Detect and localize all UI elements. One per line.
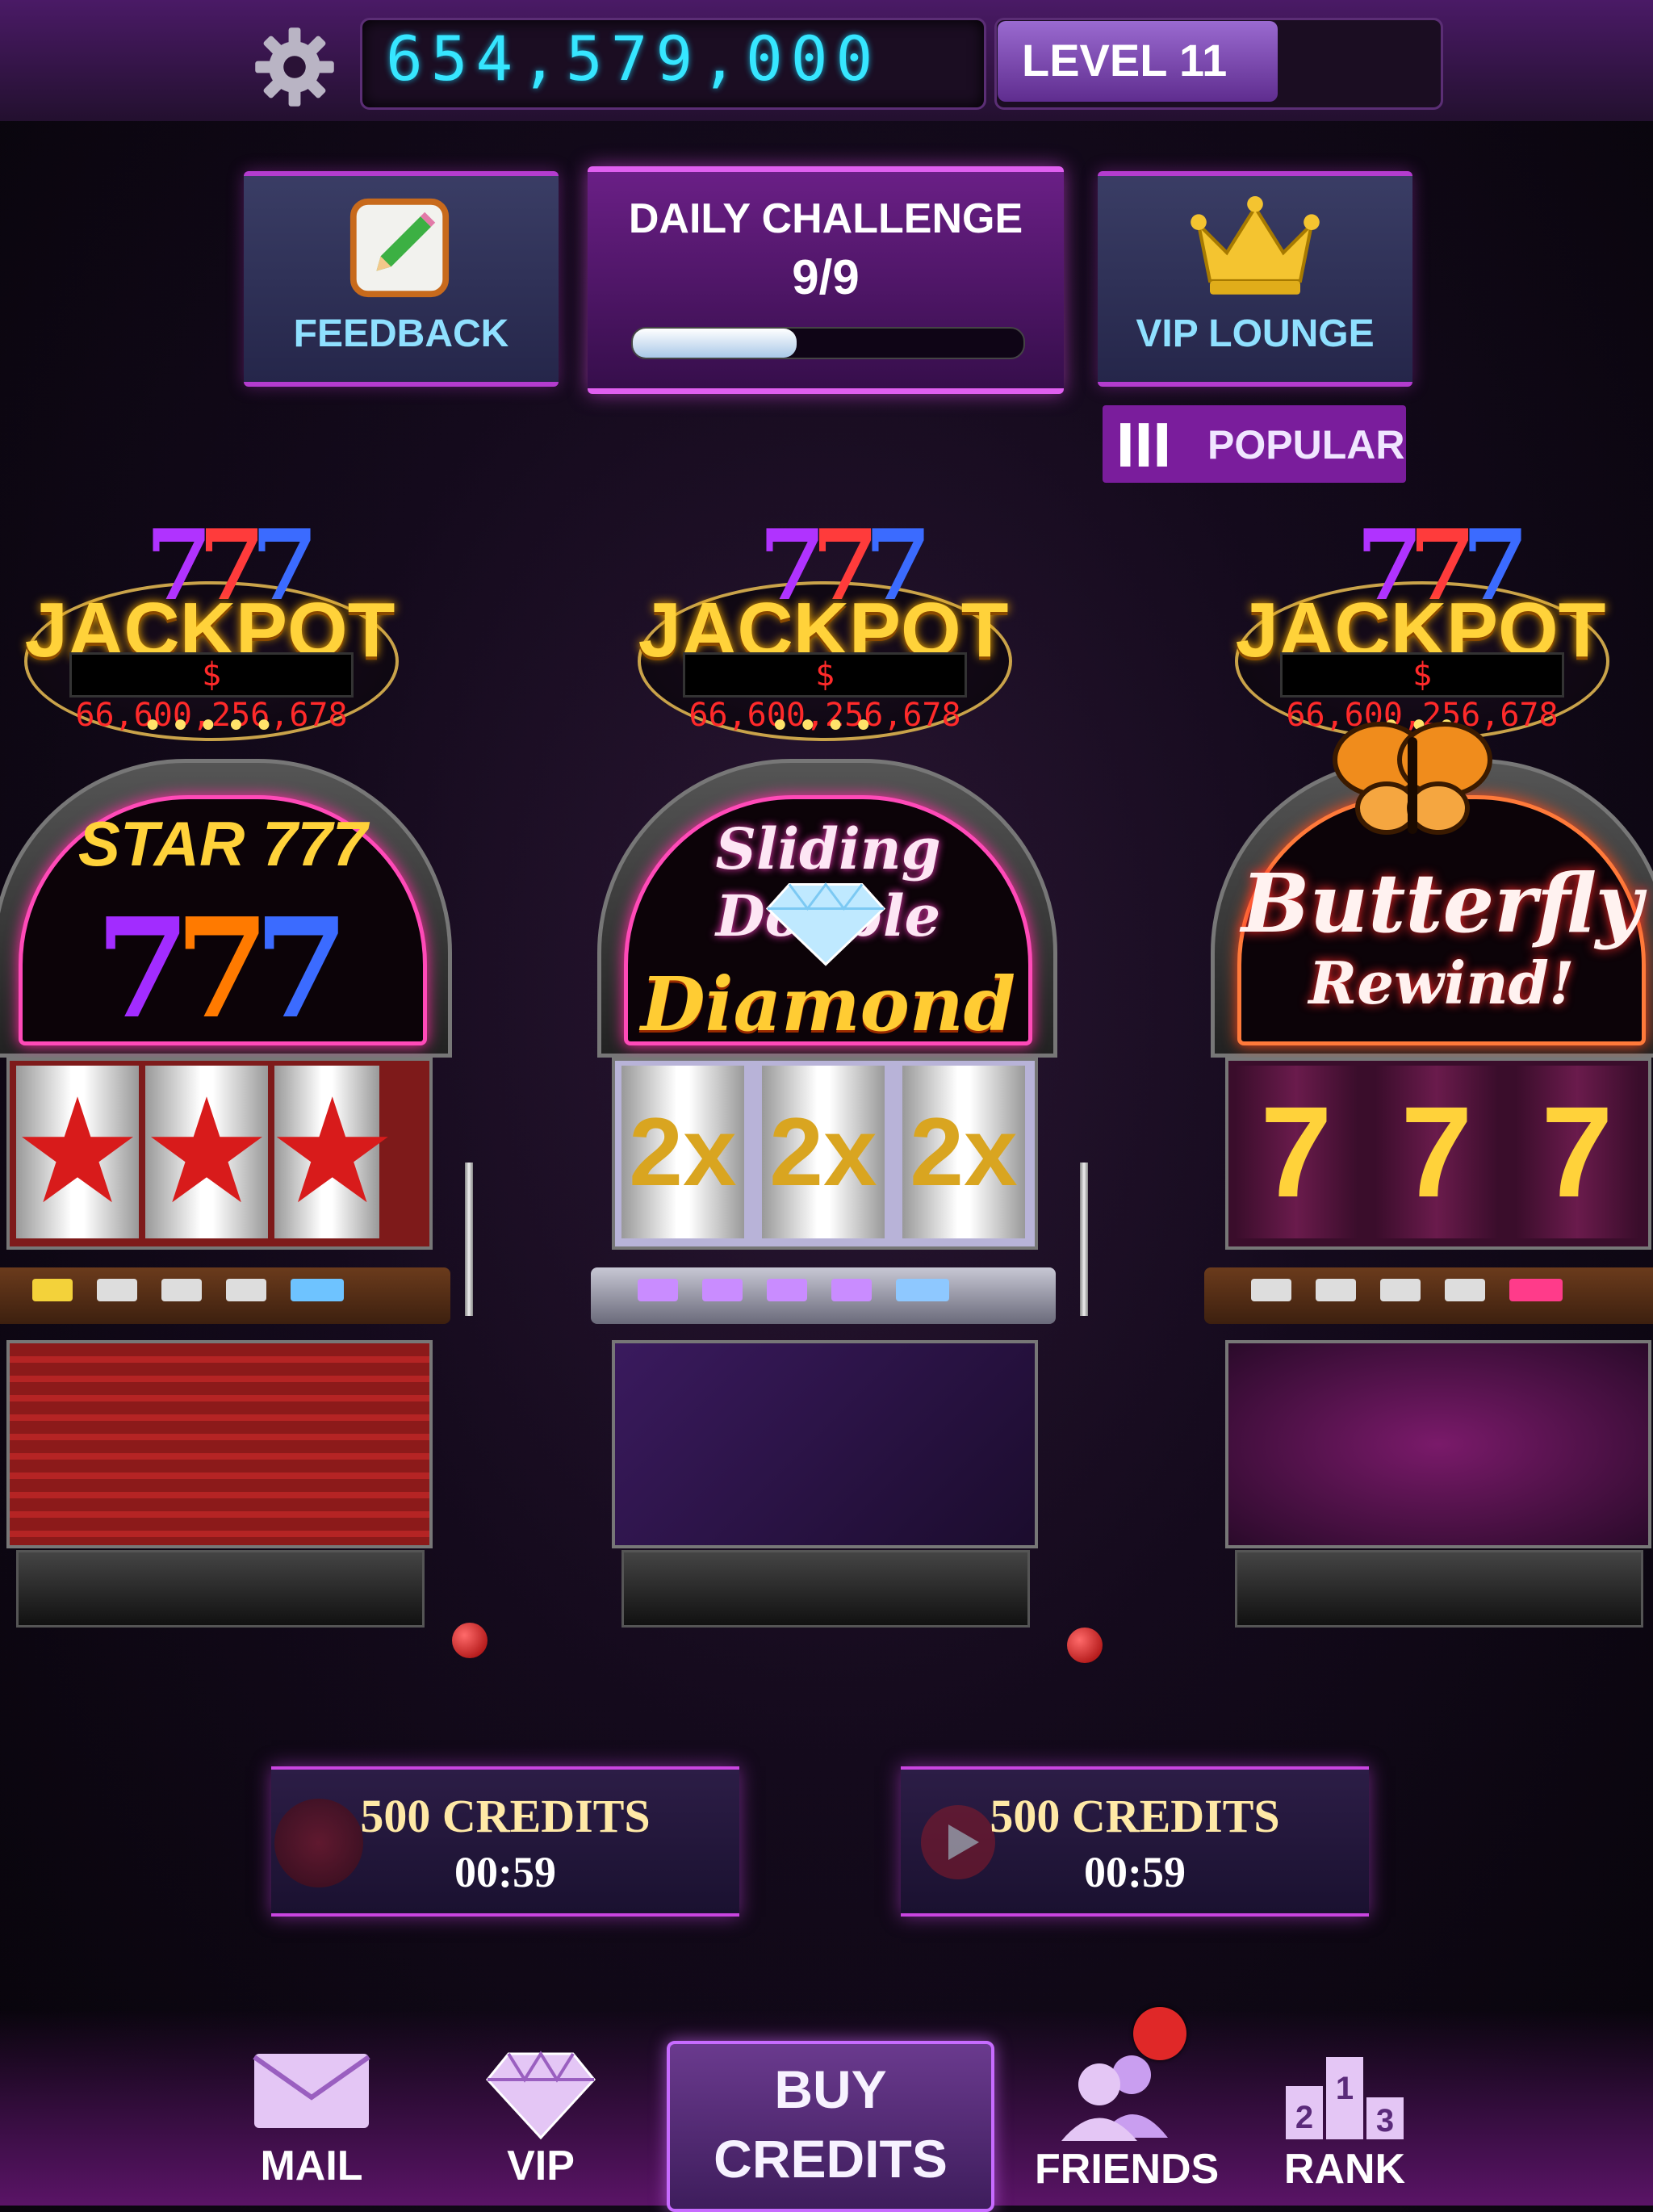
jackpot-amount: $ 66,600,256,678 [69,652,354,734]
lever-knob[interactable] [1067,1628,1103,1663]
bars-icon [1120,423,1167,467]
diamond-icon [486,2051,596,2140]
bonus-credits-button-2[interactable]: 500 CREDITS 00:59 [901,1766,1369,1917]
podium-icon: 2 1 3 [1286,2057,1404,2139]
butterfly-icon [1333,722,1492,835]
bonus-timer: 00:59 [1084,1848,1186,1896]
machine-title: STAR 777 [77,808,368,879]
nav-friends-label: FRIENDS [1035,2146,1220,2193]
friends-icon [1061,2055,1168,2141]
buy-credits-button[interactable]: BUY CREDITS [667,2041,994,2212]
nav-vip-label: VIP [507,2143,575,2189]
daily-challenge-panel[interactable]: DAILY CHALLENGE 9/9 [588,166,1064,394]
vip-lounge-button[interactable]: VIP LOUNGE [1098,171,1412,387]
notification-badge [1133,2007,1186,2060]
nav-mail[interactable]: MAIL [231,2051,392,2190]
level-label: LEVEL 11 [1022,35,1228,86]
diamond-icon [765,882,886,966]
machine-title-top: Butterfly [1241,856,1643,951]
gear-icon[interactable] [252,24,337,110]
bonus-credits-button-1[interactable]: 500 CREDITS 00:59 [271,1766,739,1917]
vip-lounge-label: VIP LOUNGE [1136,312,1375,355]
challenge-title: DAILY CHALLENGE [628,195,1023,242]
bonus-timer: 00:59 [454,1848,556,1896]
crown-icon [1191,196,1320,295]
nav-rank-label: RANK [1283,2146,1406,2193]
jackpot-sign: 777 JACKPOT $ 66,600,256,678 ● ● ● ● [638,509,1012,751]
svg-text:1: 1 [1336,2071,1354,2106]
mail-icon [253,2054,370,2128]
nav-friends[interactable]: FRIENDS [1035,2051,1220,2193]
buy-credits-line2: CREDITS [714,2129,948,2189]
feedback-button[interactable]: FEEDBACK [244,171,559,387]
challenge-progress-text: 9/9 [792,250,860,304]
nav-mail-label: MAIL [260,2143,363,2189]
nav-vip[interactable]: VIP [460,2051,621,2190]
jackpot-amount: $ 66,600,256,678 [683,652,967,734]
bonus-title: 500 CREDITS [360,1790,651,1842]
feedback-label: FEEDBACK [293,312,509,355]
sevens-icon: 777 [95,888,349,1049]
nav-rank[interactable]: 2 1 3 RANK [1264,2051,1425,2193]
buy-credits-line1: BUY [774,2059,887,2119]
lever-knob[interactable] [452,1623,488,1658]
sort-label: POPULAR [1207,422,1405,467]
jackpot-amount: $ 66,600,256,678 [1280,652,1564,734]
challenge-progress-fill [633,329,797,358]
bonus-title: 500 CREDITS [990,1790,1280,1842]
jackpot-sign: 777 JACKPOT $ 66,600,256,678 ● ● ● ● ● [24,509,399,751]
machine-title-bottom: Diamond [640,961,1016,1048]
challenge-progress-track [631,327,1025,359]
sort-popular-button[interactable]: POPULAR [1103,405,1406,483]
svg-text:3: 3 [1376,2103,1394,2139]
machine-title-bottom: Rewind! [1308,949,1575,1017]
credits-value: 654,579,000 [386,23,881,94]
pencil-note-icon [349,198,450,298]
svg-text:2: 2 [1295,2100,1313,2135]
